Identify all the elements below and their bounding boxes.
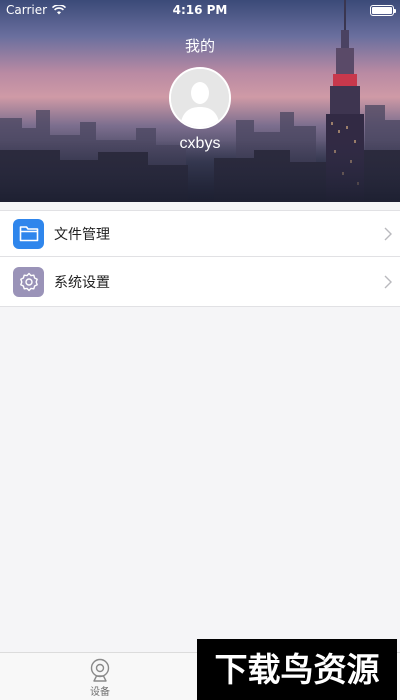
menu-list: 文件管理 系统设置 [0, 210, 400, 307]
page-title: 我的 [184, 37, 215, 55]
watermark-text: 下载鸟资源 [215, 650, 380, 689]
status-time: 4:16 PM [172, 3, 228, 17]
default-user-icon [171, 69, 229, 127]
watermark-logo: 下载鸟资源 [197, 639, 397, 700]
carrier-label: Carrier [6, 3, 48, 17]
menu-item-label: 系统设置 [54, 274, 110, 291]
battery-icon [370, 4, 396, 16]
folder-icon [13, 218, 44, 249]
gear-icon [13, 266, 44, 297]
username: cxbys [179, 135, 221, 152]
wifi-icon [52, 5, 67, 15]
camera-icon [90, 658, 110, 682]
tab-devices[interactable]: 设备 [70, 658, 130, 698]
menu-item-file-management[interactable]: 文件管理 [0, 211, 400, 256]
tab-label: 设备 [90, 687, 110, 698]
status-bar: Carrier 4:16 PM [0, 0, 400, 20]
avatar[interactable] [169, 67, 231, 129]
profile-header: Carrier 4:16 PM 我的 cxbys [0, 0, 400, 202]
menu-item-system-settings[interactable]: 系统设置 [0, 256, 400, 306]
menu-item-label: 文件管理 [54, 226, 110, 243]
chevron-right-icon [384, 227, 392, 240]
chevron-right-icon [384, 275, 392, 288]
